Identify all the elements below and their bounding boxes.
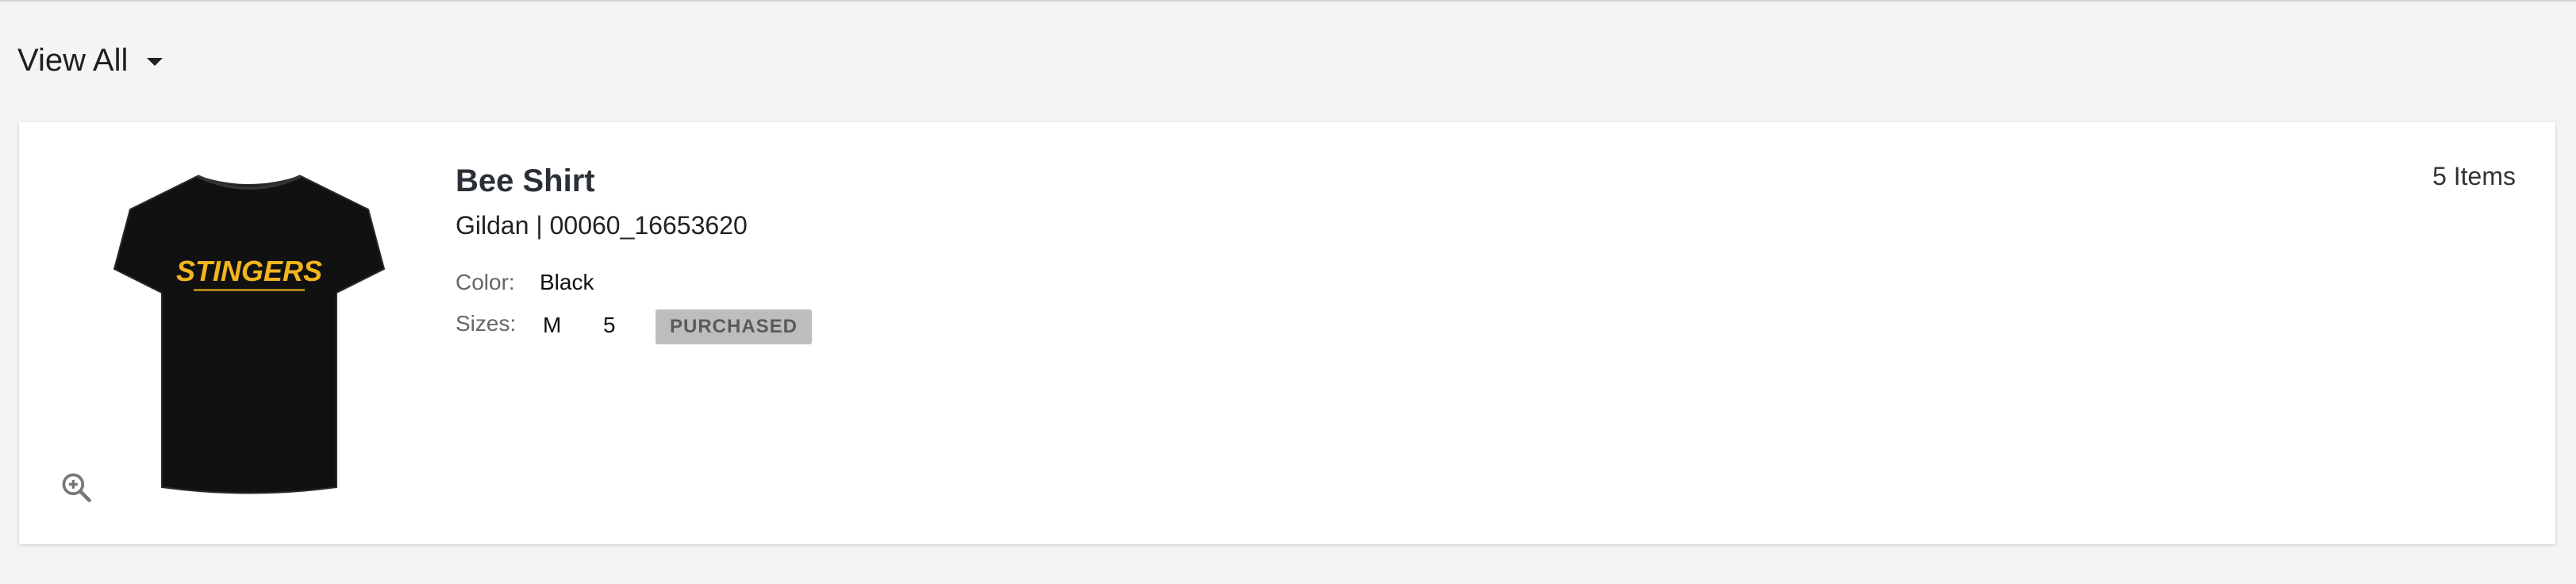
- product-brand-sku: Gildan | 00060_16653620: [456, 211, 748, 240]
- view-all-dropdown[interactable]: View All: [17, 40, 163, 81]
- size-code: M: [543, 313, 562, 337]
- product-title: Bee Shirt: [456, 163, 595, 198]
- chevron-down-icon: [147, 58, 163, 66]
- status-badge: PURCHASED: [656, 309, 813, 344]
- size-quantity: 5: [603, 313, 616, 337]
- sizes-label: Sizes:: [456, 311, 517, 336]
- zoom-in-icon[interactable]: [59, 470, 94, 505]
- top-divider: [0, 0, 2576, 2]
- color-value: Black: [540, 270, 594, 294]
- order-item-card: STINGERS Bee Shirt Gildan | 00060_166536…: [19, 122, 2555, 544]
- items-count: 5 Items: [2432, 162, 2516, 190]
- product-image[interactable]: STINGERS: [98, 162, 400, 503]
- color-label: Color:: [456, 270, 515, 294]
- view-all-label: View All: [17, 43, 129, 78]
- svg-text:STINGERS: STINGERS: [176, 255, 322, 287]
